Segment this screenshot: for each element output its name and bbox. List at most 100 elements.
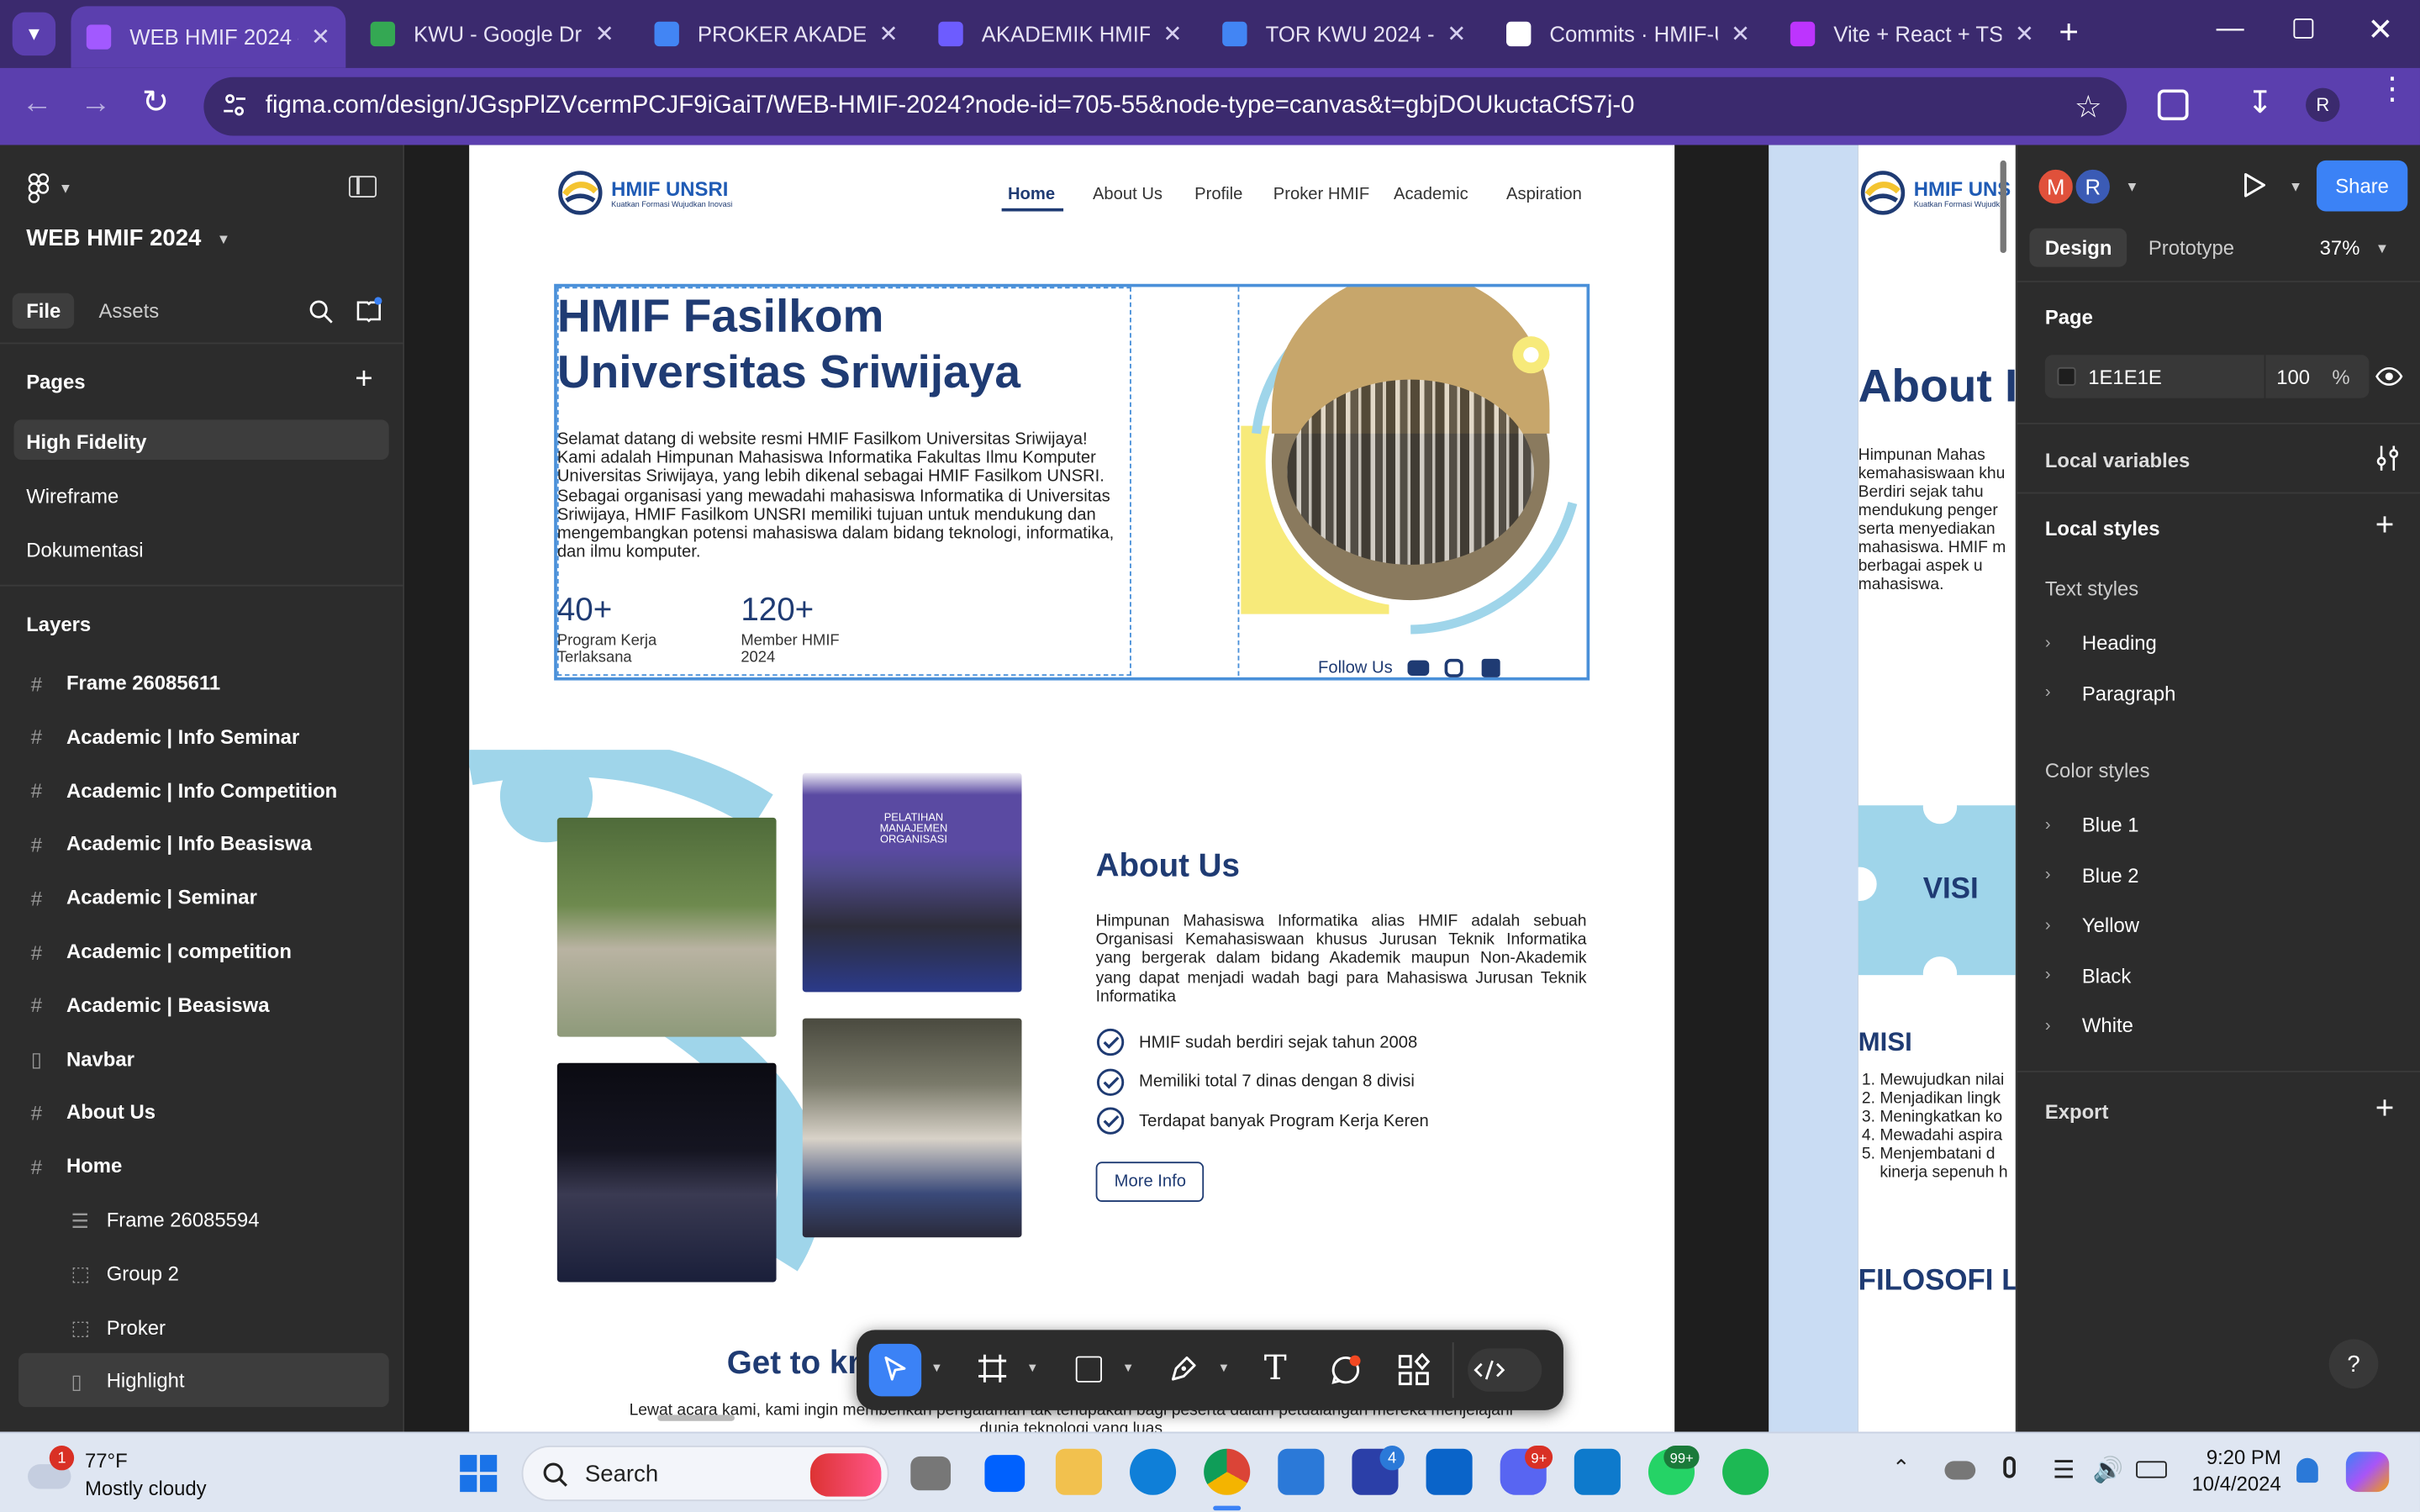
weather-widget[interactable]: 1 77°F Mostly cloudy (22, 1442, 223, 1504)
layer-item[interactable]: # Frame 26085611 (0, 656, 404, 709)
spotify-icon[interactable] (1722, 1448, 1769, 1495)
layer-item[interactable]: ☰ Frame 26085594 (0, 1193, 404, 1246)
tab-file[interactable]: File (12, 292, 75, 329)
copilot-icon[interactable] (2345, 1451, 2390, 1493)
add-style-icon[interactable]: + (2375, 508, 2395, 545)
zoom-level[interactable]: 37% ▼ (2320, 236, 2390, 260)
figma-canvas[interactable]: HMIF UNSRI Kuatkan Formasi Wujudkan Inov… (404, 145, 2016, 1432)
layer-item[interactable]: # Academic | Info Competition (0, 763, 404, 817)
rectangle-icon[interactable] (1075, 1356, 1102, 1383)
tray-overflow-icon[interactable]: ⌃ (1892, 1455, 1911, 1481)
extensions-icon[interactable] (2157, 89, 2189, 121)
chevron-down-icon[interactable]: ▼ (931, 1361, 943, 1375)
library-icon[interactable] (355, 296, 382, 324)
present-play-icon[interactable] (2243, 171, 2267, 199)
page-item-wireframe[interactable]: Wireframe (26, 484, 119, 508)
instagram-icon[interactable] (1445, 658, 1464, 677)
close-tab-icon[interactable]: ✕ (595, 20, 614, 48)
new-tab-button[interactable]: + (2059, 13, 2079, 53)
export-label[interactable]: Export (2045, 1100, 2109, 1124)
design-frame-home[interactable]: HMIF UNSRI Kuatkan Formasi Wujudkan Inov… (469, 145, 1675, 1432)
color-swatch[interactable] (2057, 366, 2076, 386)
layer-item[interactable]: # Academic | Info Seminar (0, 709, 404, 763)
canvas-scrollbar[interactable] (657, 1415, 735, 1421)
volume-icon[interactable]: 🔊 (2093, 1455, 2124, 1486)
restore-button[interactable] (2293, 18, 2314, 39)
layer-item[interactable]: # About Us (0, 1085, 404, 1139)
layer-item[interactable]: ⬚ Group 2 (0, 1246, 404, 1300)
start-button[interactable] (458, 1453, 498, 1494)
nav-aspiration[interactable]: Aspiration (1506, 185, 1582, 203)
browser-tab[interactable]: WEB HMIF 2024 – ✕ (71, 6, 346, 68)
browser-menu-icon[interactable]: ⋮ (2377, 74, 2408, 105)
vscode-icon[interactable] (1574, 1448, 1621, 1495)
file-explorer-icon[interactable] (1055, 1448, 1102, 1495)
page-opacity-value[interactable]: 100 (2276, 366, 2310, 389)
color-style-item[interactable]: › Blue 2 (2045, 863, 2139, 887)
color-style-item[interactable]: › Yellow (2045, 914, 2139, 937)
profile-avatar[interactable]: R (2306, 87, 2340, 123)
close-tab-icon[interactable]: ✕ (311, 24, 330, 50)
chevron-down-icon[interactable]: ▼ (1218, 1361, 1231, 1375)
toggle-sidebar-icon[interactable] (348, 176, 377, 198)
site-info-icon[interactable] (222, 92, 246, 117)
close-tab-icon[interactable]: ✕ (2015, 20, 2034, 48)
comment-icon[interactable] (1329, 1353, 1363, 1387)
close-tab-icon[interactable]: ✕ (1447, 20, 1466, 48)
close-window-button[interactable]: ✕ (2368, 11, 2394, 50)
move-tool-button[interactable] (868, 1343, 922, 1397)
page-color-field[interactable]: 1E1E1E 100 % (2044, 355, 2370, 398)
local-variables-label[interactable]: Local variables (2045, 449, 2191, 472)
nav-academic[interactable]: Academic (1394, 185, 1468, 203)
minimize-button[interactable]: — (2217, 13, 2244, 45)
share-button[interactable]: Share (2316, 160, 2408, 212)
more-info-button[interactable]: More Info (1095, 1162, 1205, 1203)
frame-tool-icon[interactable] (977, 1353, 1008, 1384)
layer-item[interactable]: # Academic | competition (0, 925, 404, 978)
edge-icon[interactable] (1130, 1448, 1177, 1495)
taskbar-search[interactable]: Search (521, 1446, 889, 1502)
help-button[interactable]: ? (2328, 1339, 2379, 1389)
add-export-icon[interactable]: + (2375, 1091, 2395, 1128)
task-view-icon[interactable] (910, 1456, 952, 1491)
color-style-item[interactable]: › White (2045, 1014, 2133, 1038)
dev-mode-toggle[interactable] (1468, 1348, 1542, 1392)
reload-icon[interactable]: ↻ (142, 83, 169, 122)
nav-profile[interactable]: Profile (1194, 185, 1242, 203)
add-page-icon[interactable]: + (355, 362, 372, 398)
nav-about-us[interactable]: About Us (1093, 185, 1163, 203)
chevron-down-icon[interactable]: ▼ (2289, 179, 2302, 194)
bookmark-star-icon[interactable]: ☆ (2075, 88, 2102, 127)
search-icon[interactable] (308, 299, 333, 324)
chrome-icon[interactable] (1204, 1448, 1251, 1495)
text-style-item[interactable]: › Paragraph (2045, 682, 2176, 705)
close-tab-icon[interactable]: ✕ (1731, 20, 1750, 48)
figma-main-menu[interactable]: ▼ (28, 173, 72, 204)
store-icon[interactable] (1278, 1448, 1325, 1495)
tab-search-button[interactable]: ▼ (12, 12, 56, 56)
text-icon[interactable]: T (1264, 1350, 1287, 1388)
text-style-item[interactable]: › Heading (2045, 631, 2157, 655)
chevron-down-icon[interactable]: ▼ (1122, 1361, 1135, 1375)
visibility-eye-icon[interactable] (2375, 366, 2403, 387)
nav-home[interactable]: Home (1008, 185, 1055, 203)
layer-item[interactable]: # Academic | Info Beasiswa (0, 817, 404, 871)
avatar-r[interactable]: R (2072, 166, 2113, 207)
dropbox-icon[interactable] (984, 1455, 1025, 1493)
youtube-icon[interactable] (1408, 660, 1430, 677)
hero-image-group[interactable] (1241, 287, 1580, 641)
pen-icon[interactable] (1168, 1353, 1199, 1384)
chevron-down-icon[interactable]: ▼ (2125, 179, 2138, 194)
battery-icon[interactable] (2136, 1461, 2167, 1478)
page-color-value[interactable]: 1E1E1E (2088, 366, 2162, 389)
color-style-item[interactable]: › Black (2045, 964, 2131, 988)
back-icon[interactable]: ← (22, 87, 53, 122)
browser-tab[interactable]: PROKER AKADEMI ✕ (639, 9, 914, 59)
layer-item[interactable]: # Academic | Seminar (0, 871, 404, 925)
browser-tab[interactable]: Commits · HMIF-U ✕ (1491, 9, 1766, 59)
variables-settings-icon[interactable] (2375, 445, 2400, 472)
wifi-icon[interactable]: ☰ (2053, 1455, 2075, 1486)
page-item-dokumentasi[interactable]: Dokumentasi (26, 539, 143, 562)
download-icon[interactable]: ↧ (2247, 83, 2273, 122)
microphone-icon[interactable] (2003, 1456, 2016, 1478)
